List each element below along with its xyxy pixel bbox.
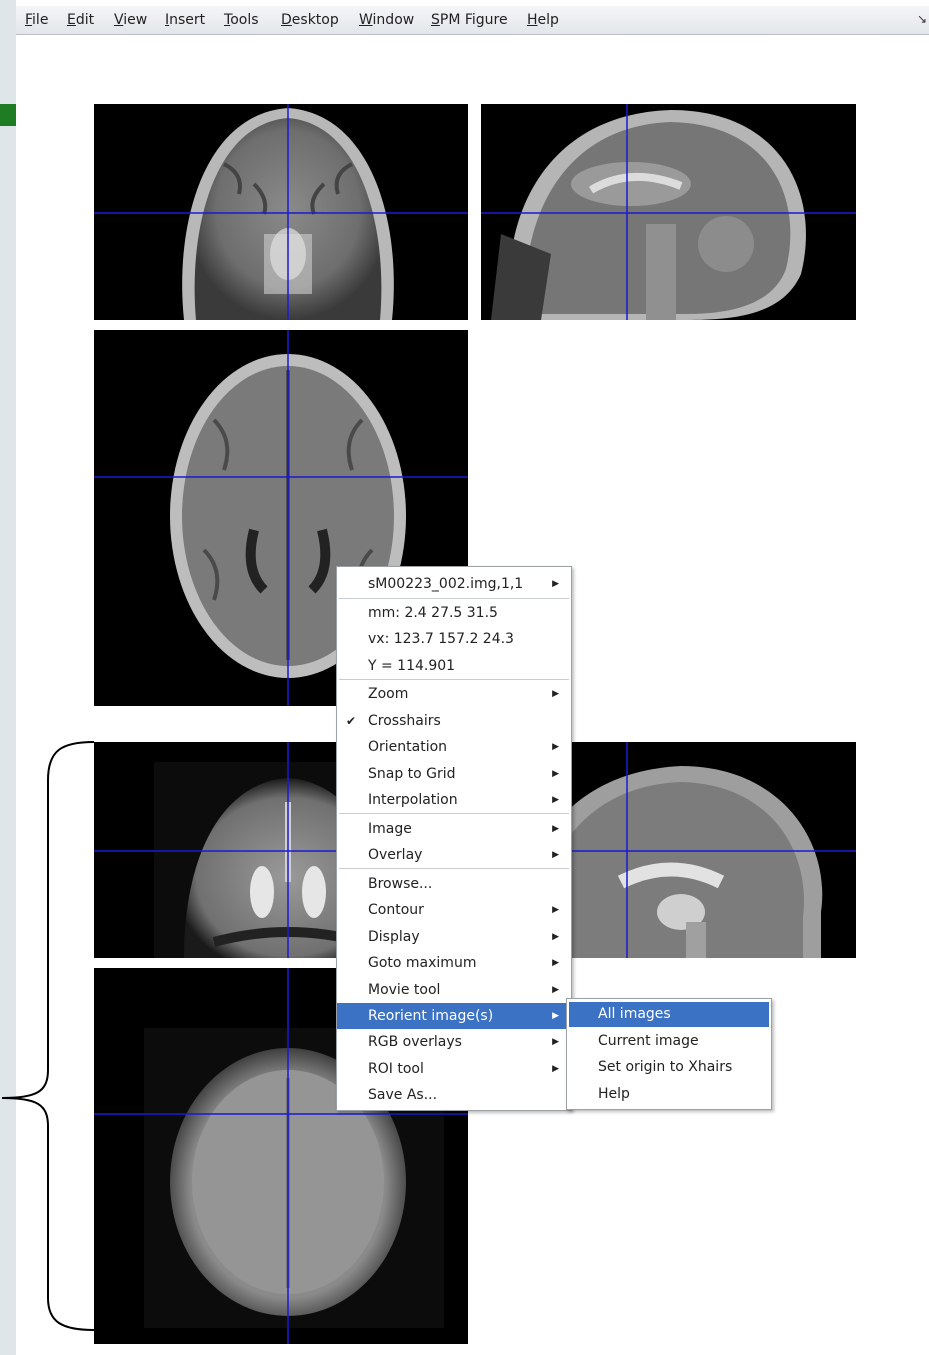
submenu-arrow-icon: ▶ [552, 1064, 559, 1074]
submenu-arrow-icon: ▶ [552, 1011, 559, 1021]
submenu-arrow-icon: ▶ [552, 742, 559, 752]
ctx-save-as[interactable]: Save As... [337, 1082, 571, 1108]
checkmark-icon: ✔ [346, 714, 357, 728]
ctx-intensity-value: Y = 114.901 [368, 658, 456, 674]
submenu-arrow-icon: ▶ [552, 689, 559, 699]
submenu-all-images[interactable]: All images [569, 1002, 769, 1027]
menu-separator [339, 679, 569, 680]
ctx-reorient-images[interactable]: Reorient image(s) ▶ [337, 1003, 571, 1029]
context-menu: sM00223_002.img,1,1 ▶ mm: 2.4 27.5 31.5 … [336, 566, 572, 1111]
ctx-overlay[interactable]: Overlay ▶ [337, 842, 571, 868]
ctx-rgb-overlays[interactable]: RGB overlays ▶ [337, 1029, 571, 1055]
menu-tools[interactable]: Tools [224, 12, 259, 28]
curly-brace-annotation [1, 741, 95, 1331]
menu-separator [339, 598, 569, 599]
submenu-arrow-icon: ▶ [552, 824, 559, 834]
ctx-interpolation[interactable]: Interpolation ▶ [337, 787, 571, 813]
menu-view[interactable]: View [114, 12, 147, 28]
figure-menubar: File Edit View Insert Tools Desktop Wind… [16, 6, 929, 35]
ctx-crosshairs[interactable]: ✔ Crosshairs [337, 708, 571, 734]
submenu-arrow-icon: ▶ [552, 985, 559, 995]
ctx-roi-tool[interactable]: ROI tool ▶ [337, 1056, 571, 1082]
ctx-file-header[interactable]: sM00223_002.img,1,1 ▶ [337, 571, 571, 597]
menu-spm-figure[interactable]: SPM Figure [431, 12, 508, 28]
ctx-snap-to-grid[interactable]: Snap to Grid ▶ [337, 761, 571, 787]
ctx-zoom[interactable]: Zoom ▶ [337, 681, 571, 707]
ctx-browse[interactable]: Browse... [337, 871, 571, 897]
ctx-mm-coords: mm: 2.4 27.5 31.5 [368, 605, 498, 621]
menu-help[interactable]: Help [527, 12, 559, 28]
submenu-arrow-icon: ▶ [552, 905, 559, 915]
ctx-display[interactable]: Display ▶ [337, 924, 571, 950]
menu-file[interactable]: File [25, 12, 48, 28]
submenu-current-image[interactable]: Current image [569, 1029, 769, 1054]
dock-arrow-icon[interactable]: ↘ [917, 12, 927, 26]
ctx-contour[interactable]: Contour ▶ [337, 897, 571, 923]
submenu-arrow-icon: ▶ [552, 850, 559, 860]
submenu-arrow-icon: ▶ [552, 579, 559, 589]
menu-window[interactable]: Window [359, 12, 414, 28]
sagittal-view-1[interactable] [481, 104, 856, 320]
ctx-vx-coords: vx: 123.7 157.2 24.3 [368, 631, 514, 647]
menu-separator [339, 868, 569, 869]
menu-insert[interactable]: Insert [165, 12, 205, 28]
submenu-arrow-icon: ▶ [552, 795, 559, 805]
submenu-arrow-icon: ▶ [552, 958, 559, 968]
submenu-set-origin[interactable]: Set origin to Xhairs [569, 1055, 769, 1080]
submenu-arrow-icon: ▶ [552, 932, 559, 942]
ctx-movie-tool[interactable]: Movie tool ▶ [337, 977, 571, 1003]
submenu-arrow-icon: ▶ [552, 1037, 559, 1047]
ctx-goto-maximum[interactable]: Goto maximum ▶ [337, 950, 571, 976]
menu-separator [339, 813, 569, 814]
ctx-orientation[interactable]: Orientation ▶ [337, 734, 571, 760]
reorient-submenu: All images Current image Set origin to X… [566, 998, 772, 1110]
submenu-help[interactable]: Help [569, 1082, 769, 1107]
menu-desktop[interactable]: Desktop [281, 12, 339, 28]
menu-edit[interactable]: Edit [67, 12, 94, 28]
ctx-image[interactable]: Image ▶ [337, 816, 571, 842]
coronal-view-1[interactable] [94, 104, 468, 320]
window-indicator [0, 104, 16, 126]
submenu-arrow-icon: ▶ [552, 769, 559, 779]
